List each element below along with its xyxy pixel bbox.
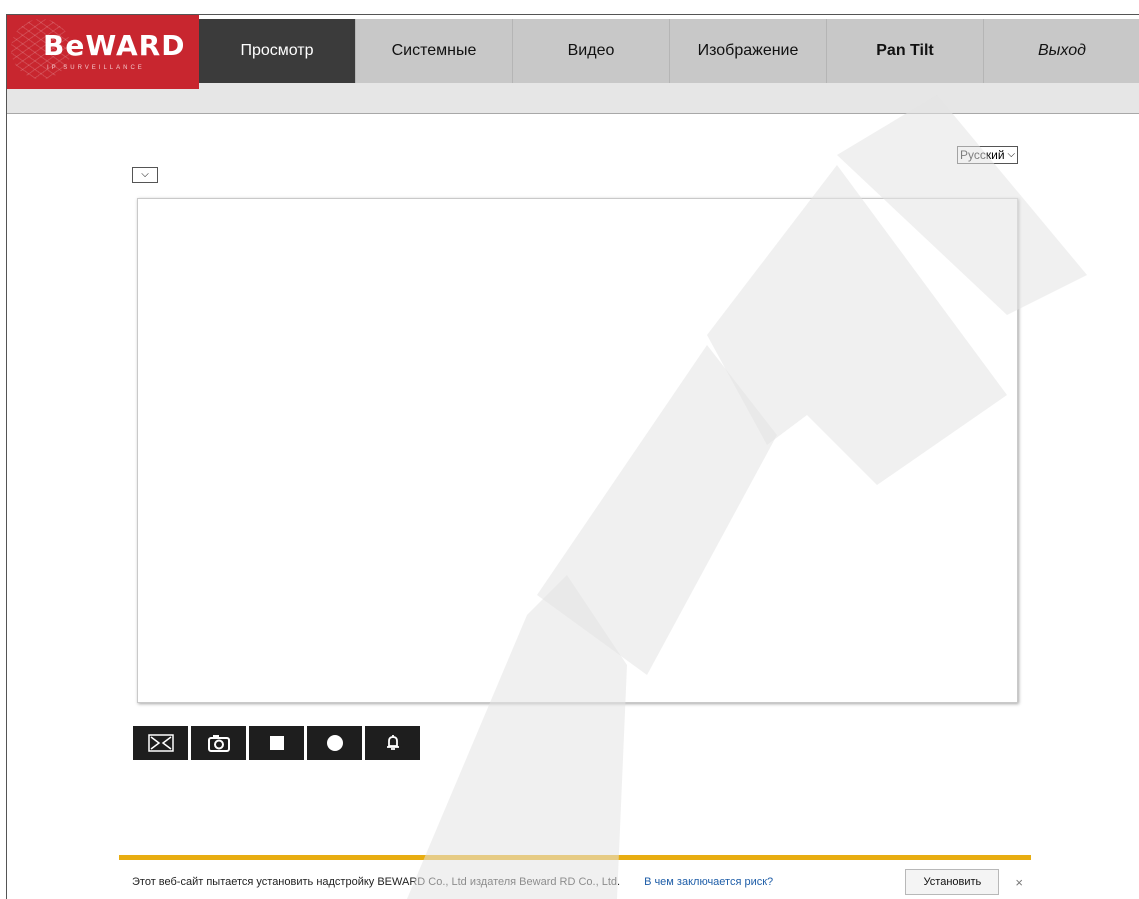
snapshot-icon — [207, 735, 230, 752]
chevron-down-icon: ⌵ — [1007, 149, 1016, 160]
fullscreen-icon — [147, 734, 174, 752]
chevron-down-icon: ⌵ — [141, 169, 149, 180]
notification-text: Этот веб-сайт пытается установить надстр… — [132, 876, 621, 888]
tab-pan-tilt[interactable]: Pan Tilt — [826, 19, 983, 83]
browser-page: BeWARD IP SURVEILLANCE Просмотр Системны… — [6, 14, 1139, 899]
tab-system[interactable]: Системные — [355, 19, 512, 83]
alarm-bell-icon — [386, 735, 399, 750]
tab-logout[interactable]: Выход — [983, 19, 1139, 83]
install-button[interactable]: Установить — [905, 869, 1000, 895]
snapshot-button[interactable] — [191, 726, 246, 760]
logo-wordmark: BeWARD — [43, 29, 186, 62]
fullscreen-button[interactable] — [133, 726, 188, 760]
tab-image[interactable]: Изображение — [669, 19, 826, 83]
player-controls — [133, 726, 420, 760]
addon-notification-bar: Этот веб-сайт пытается установить надстр… — [119, 855, 1031, 899]
stop-icon — [269, 736, 284, 750]
record-icon — [326, 735, 343, 751]
tab-view[interactable]: Просмотр — [199, 19, 355, 83]
tab-video[interactable]: Видео — [512, 19, 669, 83]
video-viewport[interactable] — [137, 198, 1018, 703]
top-navbar: BeWARD IP SURVEILLANCE Просмотр Системны… — [7, 15, 1139, 89]
alarm-button[interactable] — [365, 726, 420, 760]
risk-info-link[interactable]: В чем заключается риск? — [644, 876, 773, 888]
close-icon[interactable]: × — [1015, 875, 1023, 890]
record-button[interactable] — [307, 726, 362, 760]
stop-button[interactable] — [249, 726, 304, 760]
language-select[interactable]: Русский ⌵ — [957, 146, 1019, 164]
beward-logo: BeWARD IP SURVEILLANCE — [7, 15, 199, 89]
language-value: Русский — [960, 148, 1005, 162]
logo-tagline: IP SURVEILLANCE — [47, 65, 145, 71]
stream-select[interactable]: ⌵ — [132, 167, 158, 183]
